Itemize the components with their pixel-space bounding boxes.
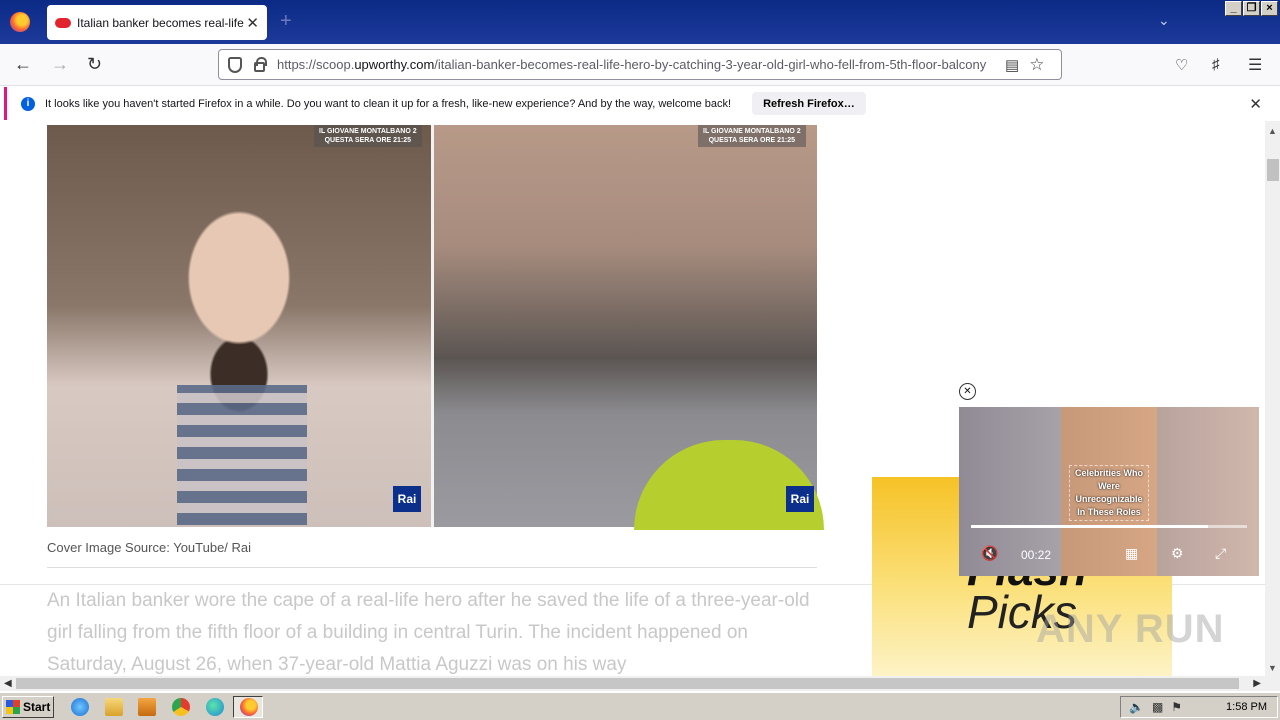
window-controls: _ ❐ × xyxy=(1225,1,1278,16)
video-progress-bar[interactable] xyxy=(971,525,1247,528)
network-icon[interactable]: ▩ xyxy=(1152,700,1163,714)
scroll-left-arrow-icon[interactable]: ◀ xyxy=(4,676,12,691)
anyrun-watermark: ANY RUN xyxy=(1036,607,1225,651)
caption-divider xyxy=(47,567,817,568)
url-bar[interactable]: https://scoop.upworthy.com/italian-banke… xyxy=(218,49,1062,80)
article-image-street-scene xyxy=(434,125,824,530)
hamburger-menu-icon[interactable]: ☰ xyxy=(1248,55,1262,75)
rai-logo-left: Rai xyxy=(393,486,421,512)
scrollbar-corner xyxy=(1265,676,1280,691)
notification-message: It looks like you haven't started Firefo… xyxy=(45,97,732,110)
tracking-protection-shield-icon[interactable] xyxy=(228,56,242,73)
bookmark-star-icon[interactable]: ☆ xyxy=(1029,55,1044,75)
image-overlay-text-left: IL GIOVANE MONTALBANO 2 QUESTA SERA ORE 2… xyxy=(314,125,422,147)
video-close-button[interactable]: ✕ xyxy=(959,383,976,400)
video-caption: Celebrities Who Were Unrecognizable In T… xyxy=(1069,465,1149,521)
image-caption: Cover Image Source: YouTube/ Rai xyxy=(47,540,252,555)
media-player-icon[interactable] xyxy=(138,698,156,716)
tab-title: Italian banker becomes real-life hero by… xyxy=(77,15,245,30)
taskbar-firefox-active[interactable] xyxy=(233,696,263,718)
scroll-up-arrow-icon[interactable]: ▲ xyxy=(1265,124,1280,139)
fullscreen-icon[interactable]: ⤢ xyxy=(1215,545,1226,562)
scroll-down-arrow-icon[interactable]: ▼ xyxy=(1265,661,1280,676)
video-time: 00:22 xyxy=(1021,548,1052,562)
firefox-taskbar-icon xyxy=(240,698,258,716)
chrome-icon[interactable] xyxy=(172,698,190,716)
scroll-right-arrow-icon[interactable]: ▶ xyxy=(1253,676,1261,691)
action-center-flag-icon[interactable]: ⚑ xyxy=(1171,700,1182,714)
vertical-scroll-thumb[interactable] xyxy=(1267,159,1279,181)
extensions-puzzle-icon[interactable]: ♯ xyxy=(1212,56,1220,73)
tab-strip: Italian banker becomes real-life hero by… xyxy=(0,0,1280,44)
reader-view-icon[interactable]: ▤ xyxy=(1005,56,1019,74)
article-image-man-portrait xyxy=(47,125,431,527)
horizontal-scrollbar[interactable]: ◀ ▶ xyxy=(0,676,1265,691)
article-body: An Italian banker wore the cape of a rea… xyxy=(47,590,810,675)
info-icon: i xyxy=(21,96,35,111)
edge-icon[interactable] xyxy=(206,698,224,716)
restore-window-button[interactable]: ❐ xyxy=(1243,1,1260,16)
rai-logo-right: Rai xyxy=(786,486,814,512)
minimize-window-button[interactable]: _ xyxy=(1225,1,1242,16)
refresh-firefox-button[interactable]: Refresh Firefox… xyxy=(752,92,866,115)
file-explorer-folder-icon[interactable] xyxy=(105,698,123,716)
horizontal-scroll-thumb[interactable] xyxy=(16,678,1239,689)
volume-icon[interactable]: 🔈 xyxy=(1129,700,1144,714)
internet-explorer-icon[interactable] xyxy=(71,698,89,716)
vertical-scrollbar[interactable]: ▲ ▼ xyxy=(1265,121,1280,676)
url-text[interactable]: https://scoop.upworthy.com/italian-banke… xyxy=(277,57,999,72)
lock-icon[interactable] xyxy=(254,56,267,72)
page-content: IL GIOVANE MONTALBANO 2 QUESTA SERA ORE 2… xyxy=(0,121,1265,676)
navigation-toolbar: ← → ↻ https://scoop.upworthy.com/italian… xyxy=(0,44,1280,86)
notification-close-icon[interactable]: ✕ xyxy=(1249,95,1262,113)
reload-icon[interactable]: ↻ xyxy=(87,54,102,75)
firefox-refresh-notification: i It looks like you haven't started Fire… xyxy=(4,87,1276,120)
playlist-grid-icon[interactable]: ▦ xyxy=(1125,545,1138,562)
back-arrow-icon[interactable]: ← xyxy=(14,54,32,75)
image-overlay-text-right: IL GIOVANE MONTALBANO 2 QUESTA SERA ORE 2… xyxy=(698,125,806,147)
list-all-tabs-chevron-icon[interactable]: ⌄ xyxy=(1158,12,1170,29)
tab-active[interactable]: Italian banker becomes real-life hero by… xyxy=(47,5,267,40)
upworthy-favicon-icon xyxy=(55,17,71,28)
pocket-icon[interactable]: ♡ xyxy=(1175,56,1188,74)
firefox-logo-icon[interactable] xyxy=(10,12,30,32)
tab-close-icon[interactable]: ✕ xyxy=(246,14,259,32)
mute-speaker-icon[interactable]: 🔇 xyxy=(981,545,998,562)
close-window-button[interactable]: × xyxy=(1261,1,1278,16)
start-button[interactable]: Start xyxy=(2,696,54,718)
windows-flag-icon xyxy=(6,700,20,714)
system-tray: 🔈 ▩ ⚑ 1:58 PM xyxy=(1120,696,1278,718)
settings-gear-icon[interactable]: ⚙ xyxy=(1171,545,1184,562)
forward-arrow-icon[interactable]: → xyxy=(51,54,69,75)
video-progress-played xyxy=(971,525,1209,528)
taskbar-clock[interactable]: 1:58 PM xyxy=(1226,701,1267,713)
floating-video-player[interactable]: Celebrities Who Were Unrecognizable In T… xyxy=(959,407,1259,576)
windows-taskbar: Start 🔈 ▩ ⚑ 1:58 PM xyxy=(0,692,1280,720)
new-tab-button[interactable]: + xyxy=(280,10,292,33)
